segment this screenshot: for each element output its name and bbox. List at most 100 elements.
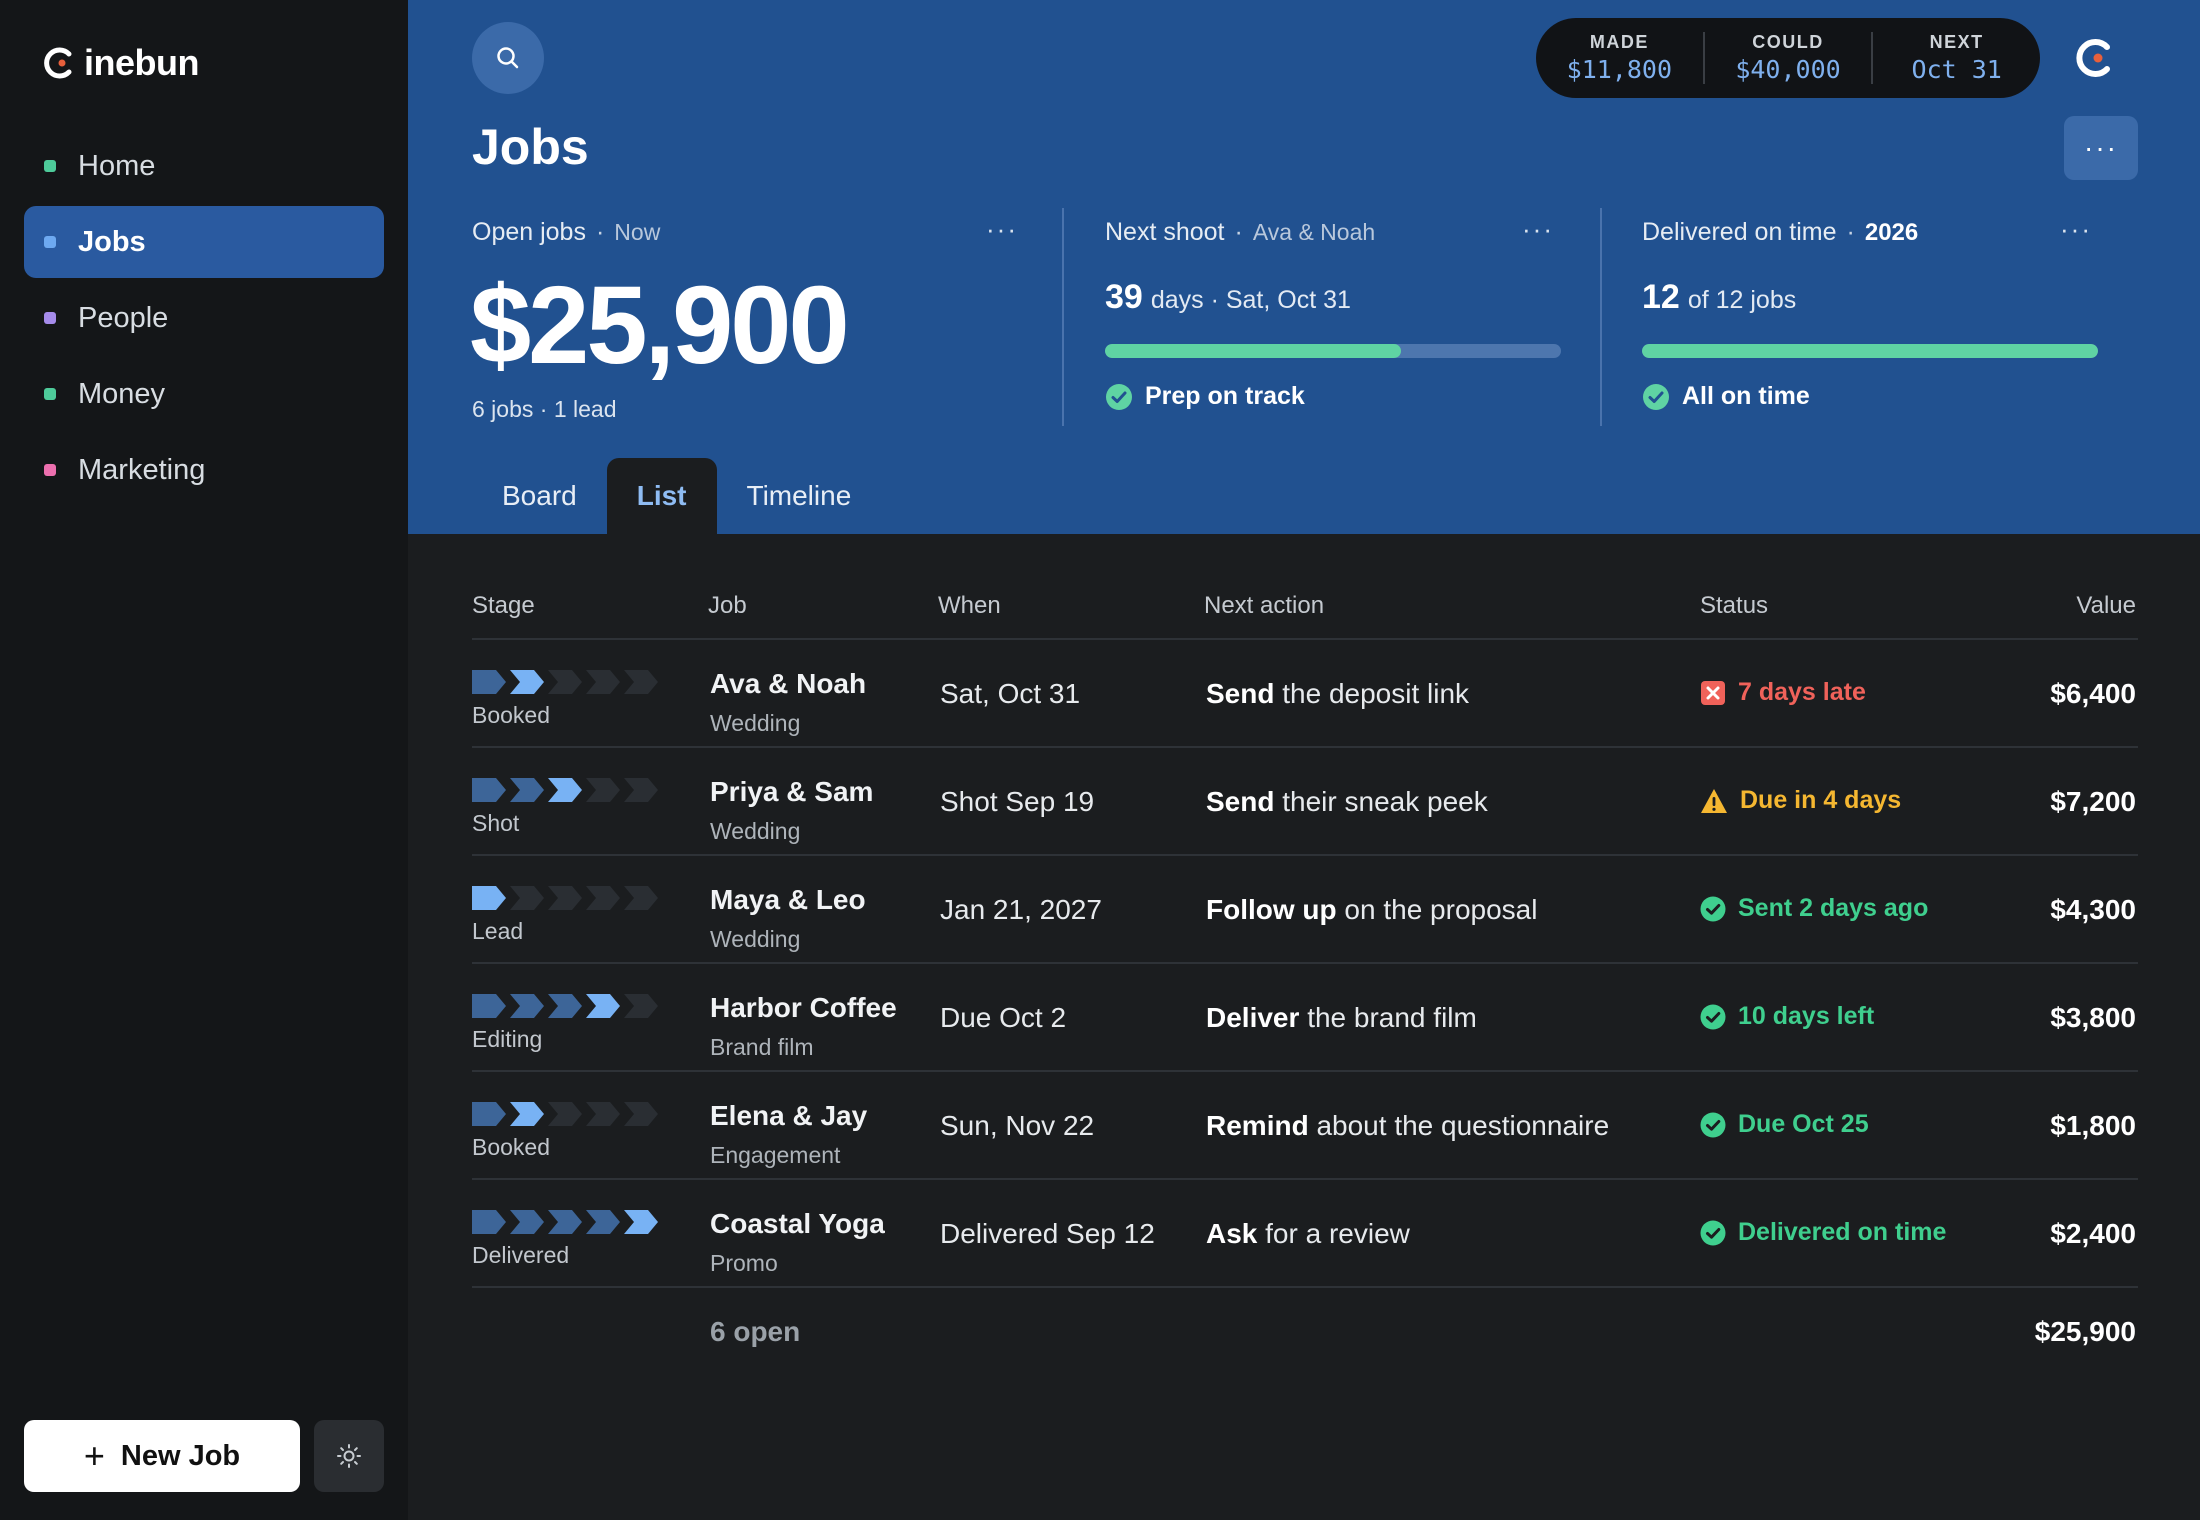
delivered-progress-bar <box>1642 344 2098 358</box>
view-tabs: Board List Timeline <box>472 458 881 534</box>
open-jobs-more-button[interactable]: ··· <box>986 214 1018 245</box>
card-divider <box>1062 208 1064 426</box>
delivered-card-header: Delivered on time · 2026 <box>1642 218 1918 247</box>
next-action[interactable]: Follow up on the proposal <box>1206 894 1537 926</box>
stage-step-icon <box>472 1102 506 1126</box>
delivered-more-button[interactable]: ··· <box>2060 214 2092 245</box>
job-type: Wedding <box>710 818 801 844</box>
next-action[interactable]: Send the deposit link <box>1206 678 1469 710</box>
stage-cell: Shot <box>472 778 658 837</box>
stat-label: COULD <box>1752 32 1824 52</box>
sidebar-item-jobs[interactable]: Jobs <box>24 206 384 278</box>
page-title: Jobs <box>472 119 589 175</box>
error-icon <box>1701 680 1725 705</box>
table-row[interactable]: Booked Elena & Jay Engagement Sun, Nov 22 Re… <box>472 1072 2138 1180</box>
status-text: Prep on track <box>1145 382 1305 410</box>
table-header: Stage Job When Next action Status Value <box>472 578 2138 640</box>
stage-step-icon <box>586 886 620 910</box>
stat-label: NEXT <box>1929 32 1984 52</box>
stage-step-icon <box>472 886 506 910</box>
stat-made: MADE $11,800 <box>1536 32 1703 84</box>
stage-progress <box>472 1210 658 1234</box>
stage-step-icon <box>510 994 544 1018</box>
table-row[interactable]: Delivered Coastal Yoga Promo Delivered Sep … <box>472 1180 2138 1288</box>
next-action[interactable]: Deliver the brand film <box>1206 1002 1477 1034</box>
stage-step-icon <box>472 778 506 802</box>
sidebar-item-home[interactable]: Home <box>24 130 384 202</box>
action-verb: Send <box>1206 678 1275 709</box>
sidebar-item-people[interactable]: People <box>24 282 384 354</box>
next-action[interactable]: Remind about the questionnaire <box>1206 1110 1609 1142</box>
column-header-status[interactable]: Status <box>1700 592 1768 620</box>
job-when: Due Oct 2 <box>940 1002 1067 1033</box>
job-name[interactable]: Coastal Yoga <box>710 1208 885 1240</box>
next-action[interactable]: Send their sneak peek <box>1206 786 1488 818</box>
column-header-job[interactable]: Job <box>708 592 747 620</box>
stat-next: NEXT Oct 31 <box>1871 32 2040 84</box>
stage-step-icon <box>586 1102 620 1126</box>
job-name[interactable]: Maya & Leo <box>710 884 866 916</box>
column-header-stage[interactable]: Stage <box>472 592 535 620</box>
delivered-status: All on time <box>1642 382 1810 411</box>
tab-list[interactable]: List <box>606 458 717 534</box>
stage-step-icon <box>472 670 506 694</box>
stage-step-icon <box>510 886 544 910</box>
total-value: $25,900 <box>2034 1316 2136 1347</box>
stat-value: Oct 31 <box>1911 55 2002 84</box>
table-row[interactable]: Editing Harbor Coffee Brand film Due Oct 2 D… <box>472 964 2138 1072</box>
action-verb: Deliver <box>1206 1002 1300 1033</box>
theme-toggle-button[interactable] <box>314 1420 384 1492</box>
next-shoot-status: Prep on track <box>1105 382 1305 411</box>
brand-logo[interactable]: inebun <box>42 40 199 86</box>
status-badge: 7 days late <box>1700 678 1866 707</box>
table-row[interactable]: Booked Ava & Noah Wedding Sat, Oct 31 Send t… <box>472 640 2138 748</box>
tab-board[interactable]: Board <box>472 458 607 534</box>
page-more-button[interactable]: ··· <box>2064 116 2138 180</box>
jobs-table: Stage Job When Next action Status Value … <box>472 578 2138 1378</box>
next-shoot-more-button[interactable]: ··· <box>1522 214 1554 245</box>
job-name[interactable]: Harbor Coffee <box>710 992 897 1024</box>
stage-step-icon <box>472 994 506 1018</box>
search-button[interactable] <box>472 22 544 94</box>
job-name[interactable]: Priya & Sam <box>710 776 873 808</box>
next-shoot-progress-bar <box>1105 344 1561 358</box>
sidebar-item-money[interactable]: Money <box>24 358 384 430</box>
action-detail: on the proposal <box>1344 894 1538 925</box>
stage-step-icon <box>624 886 658 910</box>
account-logo-icon[interactable] <box>2074 36 2118 80</box>
revenue-stats: MADE $11,800 COULD $40,000 NEXT Oct 31 <box>1536 18 2040 98</box>
sun-icon <box>337 1444 361 1468</box>
tab-timeline[interactable]: Timeline <box>717 458 882 534</box>
action-detail: the deposit link <box>1282 678 1470 709</box>
column-header-next-action[interactable]: Next action <box>1204 592 1324 620</box>
job-when: Sat, Oct 31 <box>940 678 1081 709</box>
table-row[interactable]: Shot Priya & Sam Wedding Shot Sep 19 Send th… <box>472 748 2138 856</box>
new-job-button[interactable]: + New Job <box>24 1420 300 1492</box>
stage-progress <box>472 778 658 802</box>
nav-dot-icon <box>44 312 56 324</box>
brand-name: inebun <box>84 42 199 83</box>
stage-label: Editing <box>472 1026 543 1052</box>
stage-step-icon <box>510 1102 544 1126</box>
job-name[interactable]: Elena & Jay <box>710 1100 867 1132</box>
delivered-metric: 12 of 12 jobs <box>1642 278 1796 317</box>
job-name[interactable]: Ava & Noah <box>710 668 866 700</box>
sidebar-nav: Home Jobs People Money Marketing <box>24 130 384 510</box>
stage-cell: Editing <box>472 994 658 1053</box>
table-body: Booked Ava & Noah Wedding Sat, Oct 31 Send t… <box>472 640 2138 1288</box>
status-badge: Due in 4 days <box>1700 786 1901 815</box>
sidebar-item-marketing[interactable]: Marketing <box>24 434 384 506</box>
action-detail: their sneak peek <box>1282 786 1488 817</box>
column-header-value[interactable]: Value <box>2076 592 2136 620</box>
stage-step-icon <box>624 994 658 1018</box>
card-subtitle: Now <box>614 219 661 245</box>
stage-progress <box>472 994 658 1018</box>
column-header-when[interactable]: When <box>938 592 1001 620</box>
status-badge: 10 days left <box>1700 1002 1874 1031</box>
nav-dot-icon <box>44 160 56 172</box>
table-row[interactable]: Lead Maya & Leo Wedding Jan 21, 2027 Follow … <box>472 856 2138 964</box>
next-action[interactable]: Ask for a review <box>1206 1218 1410 1250</box>
card-divider <box>1600 208 1602 426</box>
card-title: Delivered on time <box>1642 218 1837 246</box>
card-subtitle: 2026 <box>1864 218 1919 246</box>
